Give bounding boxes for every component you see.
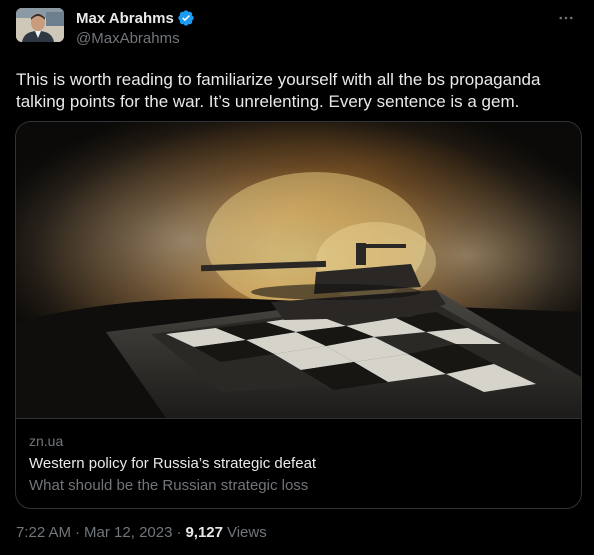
author-display-name[interactable]: Max Abrahms: [76, 10, 174, 27]
tweet-date[interactable]: Mar 12, 2023: [84, 524, 172, 541]
views-label: Views: [226, 524, 267, 541]
meta-separator: ·: [176, 524, 182, 541]
link-card[interactable]: zn.ua Western policy for Russia’s strate…: [15, 121, 582, 509]
tweet-meta: 7:22 AM · Mar 12, 2023 · 9,127 Views: [16, 524, 267, 541]
more-dots-icon[interactable]: [554, 6, 578, 30]
link-card-title[interactable]: Western policy for Russia’s strategic de…: [29, 455, 316, 472]
author-handle[interactable]: @MaxAbrahms: [76, 30, 180, 47]
link-card-meta[interactable]: zn.ua Western policy for Russia’s strate…: [16, 418, 581, 508]
verified-badge-icon: [177, 9, 195, 27]
tweet-text: This is worth reading to familiarize you…: [16, 70, 541, 111]
tweet[interactable]: Max Abrahms @MaxAbrahms This is worth re…: [0, 0, 594, 555]
tank-on-chessboard-explosion-image[interactable]: [16, 122, 581, 418]
link-card-domain: zn.ua: [29, 433, 64, 449]
views-count[interactable]: 9,127: [185, 524, 223, 541]
avatar[interactable]: [16, 8, 64, 42]
tweet-time[interactable]: 7:22 AM: [16, 524, 71, 541]
meta-separator: ·: [75, 524, 81, 541]
link-card-description: What should be the Russian strategic los…: [29, 477, 309, 494]
